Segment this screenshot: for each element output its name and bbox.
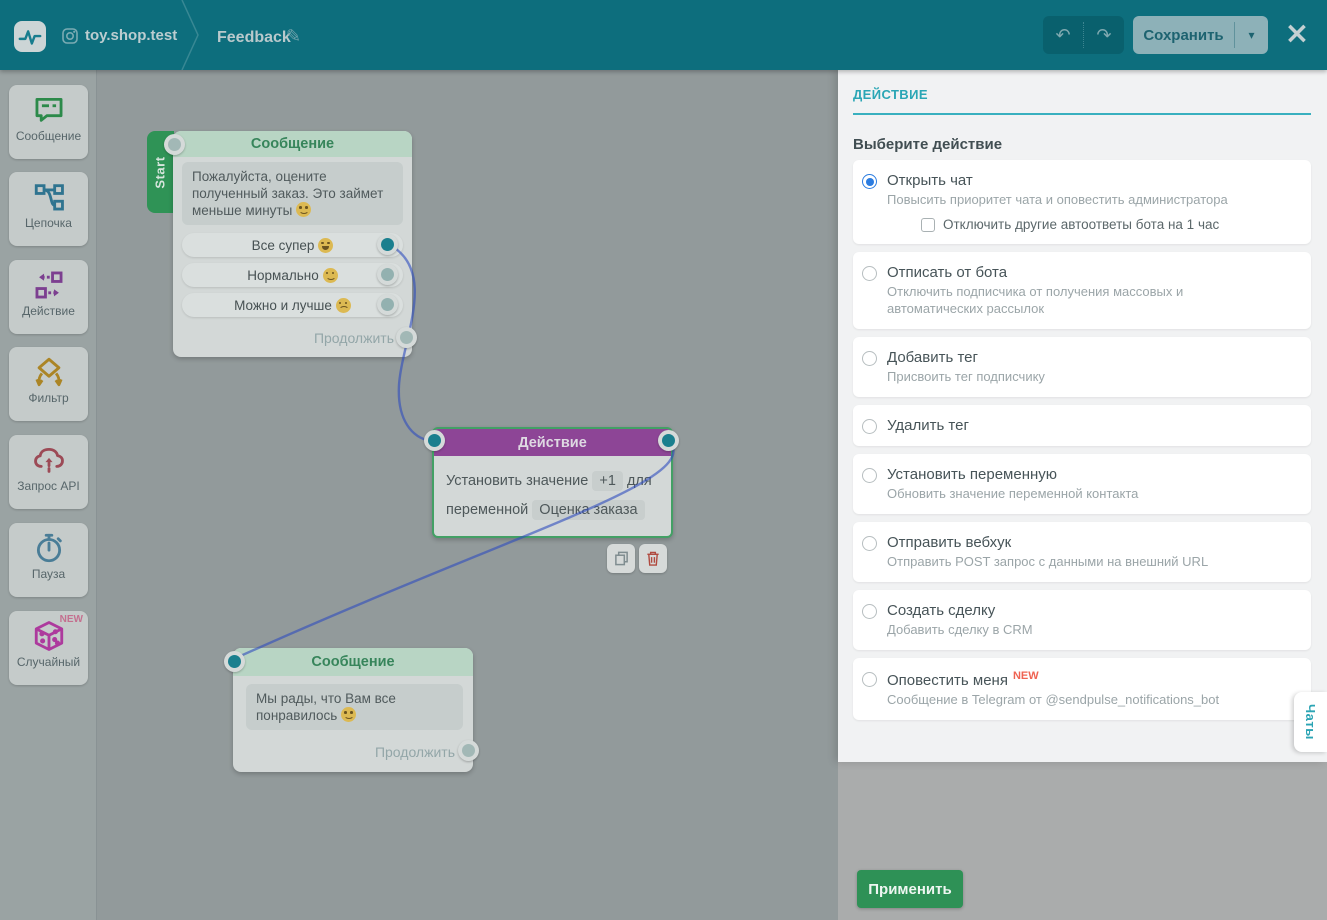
sidebar-item-chain[interactable]: Цепочка: [9, 172, 88, 246]
radio-selected[interactable]: [862, 174, 877, 189]
port-button-all-super[interactable]: [377, 234, 398, 255]
option-send-webhook[interactable]: Отправить вебхук Отправить POST запрос с…: [853, 522, 1311, 582]
option-notify-me[interactable]: Оповестить меняNEW Сообщение в Telegram …: [853, 658, 1311, 720]
edit-title-icon[interactable]: ✎: [286, 26, 301, 47]
message-icon: [32, 93, 66, 127]
quick-reply-button[interactable]: Все супер: [182, 233, 403, 257]
port-action-output[interactable]: [658, 430, 679, 451]
radio[interactable]: [862, 604, 877, 619]
flow-chain-icon: [32, 180, 66, 214]
action-options-list: Открыть чат Повысить приоритет чата и оп…: [853, 160, 1311, 720]
smile-emoji: [296, 202, 311, 217]
save-button-label: Сохранить: [1133, 27, 1234, 44]
quick-reply-button[interactable]: Можно и лучше: [182, 293, 403, 317]
radio[interactable]: [862, 468, 877, 483]
message-text: Пожалуйста, оцените полученный заказ. Эт…: [182, 162, 403, 225]
node-header: Сообщение: [173, 131, 412, 157]
value-chip: +1: [592, 471, 623, 491]
port-message2-continue[interactable]: [458, 740, 479, 761]
continue-label: Продолжить: [314, 330, 394, 346]
sidebar-item-label: Пауза: [9, 567, 88, 581]
sidebar-item-label: Фильтр: [9, 391, 88, 405]
filter-icon: [32, 355, 66, 389]
node-header: Сообщение: [233, 648, 473, 676]
save-dropdown-caret-icon[interactable]: ▾: [1235, 28, 1268, 42]
variable-chip: Оценка заказа: [532, 500, 644, 520]
undo-redo-group: ↶ ↷: [1043, 16, 1124, 54]
panel-subtitle: Выберите действие: [853, 136, 1311, 153]
sidebar-item-filter[interactable]: Фильтр: [9, 347, 88, 421]
undo-button[interactable]: ↶: [1043, 16, 1083, 54]
panel-title-underline: [853, 113, 1311, 115]
action-node-body: Установить значение +1 для переменной Оц…: [446, 467, 661, 525]
top-bar: toy.shop.test Feedback ✎ ↶ ↷ Сохранить ▾…: [0, 0, 1327, 70]
redo-button[interactable]: ↷: [1084, 16, 1124, 54]
grin-emoji: [318, 238, 333, 253]
radio[interactable]: [862, 536, 877, 551]
bot-account-name[interactable]: toy.shop.test: [85, 27, 177, 44]
copy-icon: [614, 551, 629, 566]
port-button-could-be-better[interactable]: [377, 294, 398, 315]
port-message1-continue[interactable]: [396, 327, 417, 348]
option-add-tag[interactable]: Добавить тег Присвоить тег подписчику: [853, 337, 1311, 397]
radio[interactable]: [862, 419, 877, 434]
action-node[interactable]: Действие Установить значение +1 для пере…: [432, 427, 673, 538]
quick-reply-button[interactable]: Нормально: [182, 263, 403, 287]
new-badge: NEW: [60, 614, 83, 625]
breadcrumb-divider: [178, 0, 202, 70]
pulse-icon: [17, 24, 43, 50]
delete-node-button[interactable]: [639, 544, 667, 573]
node-header: Действие: [434, 429, 671, 456]
new-badge: NEW: [1013, 670, 1039, 682]
apply-button[interactable]: Применить: [857, 870, 963, 908]
trash-icon: [646, 551, 660, 566]
save-button[interactable]: Сохранить ▾: [1133, 16, 1268, 54]
duplicate-node-button[interactable]: [607, 544, 635, 573]
flow-builder-app: toy.shop.test Feedback ✎ ↶ ↷ Сохранить ▾…: [0, 0, 1327, 920]
sidebar-item-label: Сообщение: [9, 129, 88, 143]
sidebar-item-action[interactable]: Действие: [9, 260, 88, 334]
sidebar-item-label: Действие: [9, 304, 88, 318]
pause-icon: [32, 531, 66, 565]
sidebar-item-label: Случайный: [9, 655, 88, 669]
port-message2-input[interactable]: [224, 651, 245, 672]
radio[interactable]: [862, 351, 877, 366]
instagram-icon: [62, 28, 78, 44]
sidebar-item-message[interactable]: Сообщение: [9, 85, 88, 159]
checkbox[interactable]: [921, 218, 935, 232]
option-remove-tag[interactable]: Удалить тег: [853, 405, 1311, 446]
close-builder-button[interactable]: ×: [1281, 15, 1313, 53]
smile-emoji: [323, 268, 338, 283]
sidebar-item-api-request[interactable]: Запрос API: [9, 435, 88, 509]
option-set-variable[interactable]: Установить переменную Обновить значение …: [853, 454, 1311, 514]
port-message1-input[interactable]: [164, 134, 185, 155]
sidebar-item-pause[interactable]: Пауза: [9, 523, 88, 597]
action-settings-panel: ДЕЙСТВИЕ Выберите действие Открыть чат П…: [838, 70, 1327, 762]
port-button-normal[interactable]: [377, 264, 398, 285]
option-open-chat[interactable]: Открыть чат Повысить приоритет чата и оп…: [853, 160, 1311, 244]
sidebar-item-label: Запрос API: [9, 479, 88, 493]
option-create-deal[interactable]: Создать сделку Добавить сделку в CRM: [853, 590, 1311, 650]
frown-emoji: [336, 298, 351, 313]
action-icon: [32, 268, 66, 302]
panel-title: ДЕЙСТВИЕ: [853, 87, 1311, 102]
api-request-icon: [32, 443, 66, 477]
sidebar-item-label: Цепочка: [9, 216, 88, 230]
port-action-input[interactable]: [424, 430, 445, 451]
message-node-2[interactable]: Сообщение Мы рады, что Вам все понравило…: [233, 648, 473, 772]
radio[interactable]: [862, 266, 877, 281]
sidebar-item-random[interactable]: NEW Случайный: [9, 611, 88, 685]
message-text: Мы рады, что Вам все понравилось: [246, 684, 463, 730]
sendpulse-logo-icon[interactable]: [14, 21, 46, 52]
chats-tab[interactable]: Чаты: [1294, 692, 1327, 752]
disable-autoreplies-checkbox-row[interactable]: Отключить другие автоответы бота на 1 ча…: [921, 217, 1228, 232]
radio[interactable]: [862, 672, 877, 687]
wink-emoji: [341, 707, 356, 722]
continue-label: Продолжить: [375, 744, 455, 760]
elements-sidebar: Сообщение Цепочка Действие: [0, 70, 97, 920]
flow-title: Feedback: [217, 29, 291, 47]
option-unsubscribe[interactable]: Отписать от бота Отключить подписчика от…: [853, 252, 1311, 329]
